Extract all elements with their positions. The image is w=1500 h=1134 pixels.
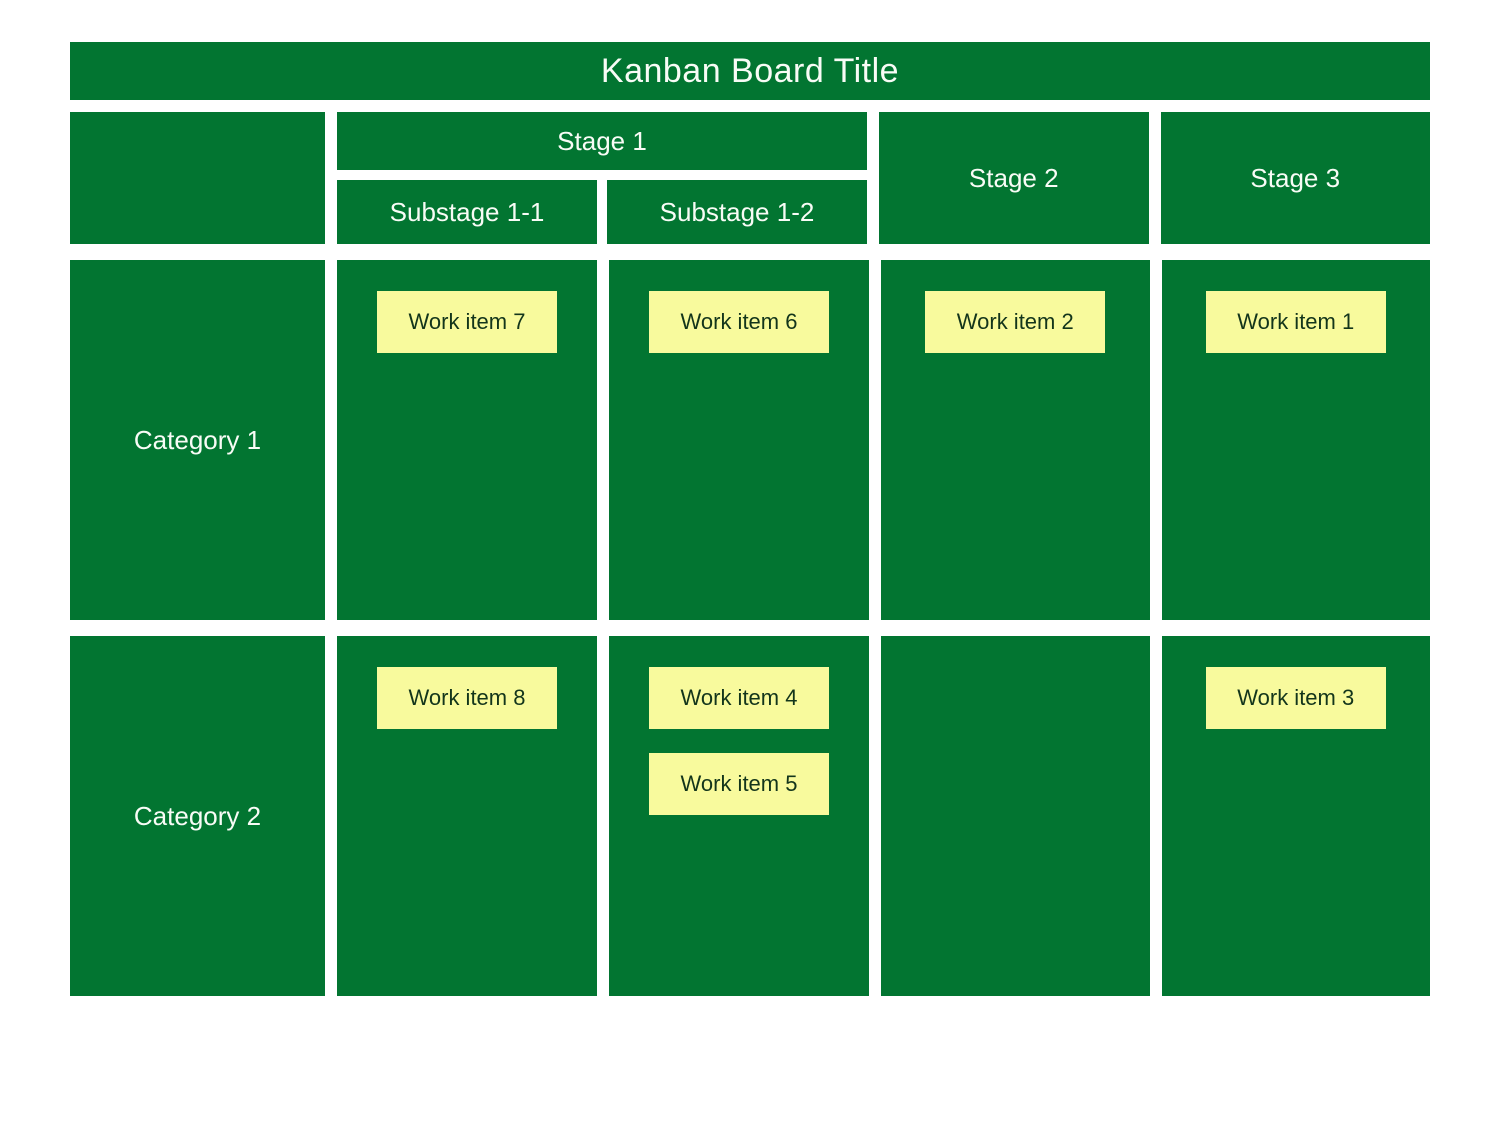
cell-cat2-sub2[interactable]: Work item 4 Work item 5 xyxy=(609,636,869,996)
cell-cat1-sub2[interactable]: Work item 6 xyxy=(609,260,869,620)
work-item-card[interactable]: Work item 3 xyxy=(1205,666,1387,730)
header-blank-cell xyxy=(70,112,325,244)
work-item-card[interactable]: Work item 4 xyxy=(648,666,830,730)
work-item-card[interactable]: Work item 7 xyxy=(376,290,558,354)
cell-cat1-stage2[interactable]: Work item 2 xyxy=(881,260,1150,620)
stage-header-row: Stage 1 Substage 1-1 Substage 1-2 Stage … xyxy=(70,112,1430,244)
work-item-card[interactable]: Work item 1 xyxy=(1205,290,1387,354)
work-item-card[interactable]: Work item 2 xyxy=(924,290,1106,354)
work-item-card[interactable]: Work item 8 xyxy=(376,666,558,730)
title-divider xyxy=(70,100,1430,102)
cell-cat1-stage3[interactable]: Work item 1 xyxy=(1162,260,1431,620)
work-item-card[interactable]: Work item 6 xyxy=(648,290,830,354)
category-1-row: Category 1 Work item 7 Work item 6 Work … xyxy=(70,260,1430,620)
stage-1-header[interactable]: Stage 1 xyxy=(337,112,867,170)
board-title: Kanban Board Title xyxy=(70,42,1430,100)
cell-cat2-stage2[interactable] xyxy=(881,636,1150,996)
category-2-label[interactable]: Category 2 xyxy=(70,636,325,996)
work-item-card[interactable]: Work item 5 xyxy=(648,752,830,816)
substage-1-2-header[interactable]: Substage 1-2 xyxy=(607,180,867,244)
category-1-label[interactable]: Category 1 xyxy=(70,260,325,620)
stage-3-header[interactable]: Stage 3 xyxy=(1161,112,1431,244)
stage-2-header[interactable]: Stage 2 xyxy=(879,112,1149,244)
substage-1-1-header[interactable]: Substage 1-1 xyxy=(337,180,597,244)
category-2-row: Category 2 Work item 8 Work item 4 Work … xyxy=(70,636,1430,996)
cell-cat2-sub1[interactable]: Work item 8 xyxy=(337,636,597,996)
stage-1-group: Stage 1 Substage 1-1 Substage 1-2 xyxy=(337,112,867,244)
cell-cat2-stage3[interactable]: Work item 3 xyxy=(1162,636,1431,996)
cell-cat1-sub1[interactable]: Work item 7 xyxy=(337,260,597,620)
kanban-board: Kanban Board Title Stage 1 Substage 1-1 … xyxy=(70,42,1430,996)
